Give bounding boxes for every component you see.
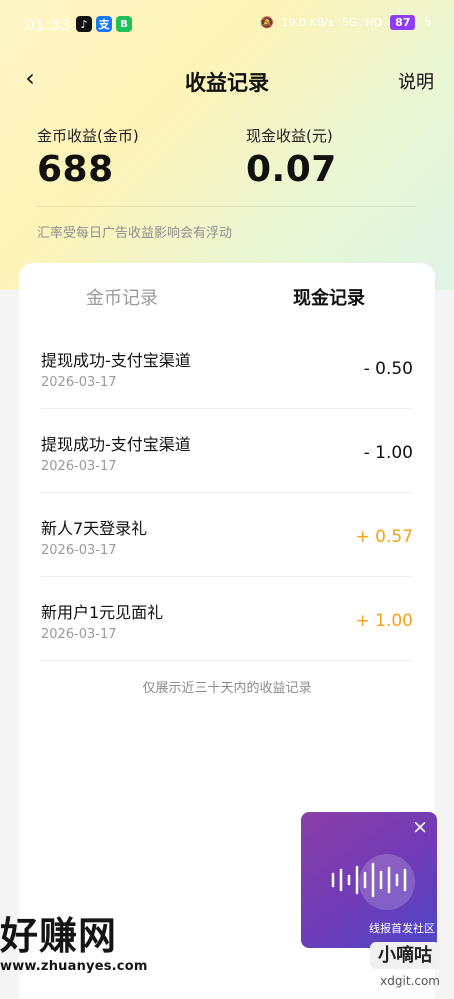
- exchange-rate-notice: 汇率受每日广告收益影响会有浮动: [37, 226, 233, 241]
- mute-icon: 🔕: [259, 16, 274, 29]
- left-watermark-title: 好赚网: [0, 914, 118, 958]
- signal-label: 5G: [341, 16, 358, 29]
- record-amount: - 1.00: [363, 443, 413, 463]
- app-icon: B: [116, 16, 132, 32]
- stats-summary: 金币收益(金币) 688 现金收益(元) 0.07: [0, 125, 454, 197]
- list-item: 新用户1元见面礼 2026-03-17 + 1.00: [41, 577, 413, 661]
- list-item: 提现成功-支付宝渠道 2026-03-17 - 0.50: [41, 325, 413, 409]
- records-tabs: 金币记录 现金记录: [19, 263, 435, 325]
- coin-stat: 金币收益(金币) 688: [37, 125, 139, 188]
- record-date: 2026-03-17: [41, 627, 117, 642]
- left-watermark: 好赚网 www.zhuanyes.com: [0, 917, 148, 973]
- close-icon[interactable]: ×: [412, 818, 428, 837]
- wifi-label: HD: [365, 16, 383, 29]
- record-title: 提现成功-支付宝渠道: [41, 351, 191, 370]
- record-title: 提现成功-支付宝渠道: [41, 435, 191, 454]
- cash-stat: 现金收益(元) 0.07: [246, 125, 337, 188]
- tab-cash-records[interactable]: 现金记录: [293, 284, 365, 310]
- record-date: 2026-03-17: [41, 543, 117, 558]
- coin-stat-label: 金币收益(金币): [37, 127, 139, 145]
- records-note: 仅展示近三十天内的收益记录: [142, 681, 312, 696]
- list-item: 提现成功-支付宝渠道 2026-03-17 - 1.00: [41, 409, 413, 493]
- record-title: 新用户1元见面礼: [41, 603, 164, 622]
- record-amount: + 0.57: [355, 527, 414, 547]
- floating-ad-text: 线报首发社区: [369, 922, 435, 935]
- status-bar: 01:33 ♪ 支 B 🔕 19.0 KB/s 5G HD 87 ϟ: [0, 0, 454, 48]
- header: ‹ 收益记录 说明: [0, 60, 454, 100]
- battery-badge: 87: [390, 15, 416, 30]
- status-time: 01:33: [25, 16, 71, 34]
- record-amount: + 1.00: [355, 611, 414, 631]
- charging-icon: ϟ: [423, 15, 432, 30]
- audio-wave-icon: [331, 862, 407, 898]
- coin-stat-value: 688: [37, 149, 114, 190]
- cash-stat-value: 0.07: [246, 149, 337, 190]
- record-date: 2026-03-17: [41, 375, 117, 390]
- status-right: 🔕 19.0 KB/s 5G HD 87 ϟ: [260, 15, 432, 30]
- records-list: 提现成功-支付宝渠道 2026-03-17 - 0.50 提现成功-支付宝渠道 …: [19, 325, 435, 661]
- network-speed: 19.0 KB/s: [281, 16, 334, 29]
- left-watermark-url: www.zhuanyes.com: [0, 959, 148, 974]
- summary-divider: [37, 206, 417, 207]
- tiktok-icon: ♪: [76, 16, 92, 32]
- record-title: 新人7天登录礼: [41, 519, 148, 538]
- tab-coin-records[interactable]: 金币记录: [86, 284, 158, 310]
- page-title: 收益记录: [185, 71, 269, 95]
- status-app-icons: ♪ 支 B: [76, 16, 132, 32]
- record-amount: - 0.50: [363, 359, 413, 379]
- record-date: 2026-03-17: [41, 459, 117, 474]
- right-watermark-site: xdgit.com: [380, 974, 440, 989]
- right-watermark: 小嘀咕 xdgit.com: [370, 942, 440, 988]
- explain-button[interactable]: 说明: [398, 68, 434, 94]
- cash-stat-label: 现金收益(元): [246, 127, 333, 145]
- alipay-icon: 支: [96, 16, 112, 32]
- list-item: 新人7天登录礼 2026-03-17 + 0.57: [41, 493, 413, 577]
- floating-ad[interactable]: × 线报首发社区: [301, 812, 437, 948]
- right-watermark-badge: 小嘀咕: [370, 942, 440, 970]
